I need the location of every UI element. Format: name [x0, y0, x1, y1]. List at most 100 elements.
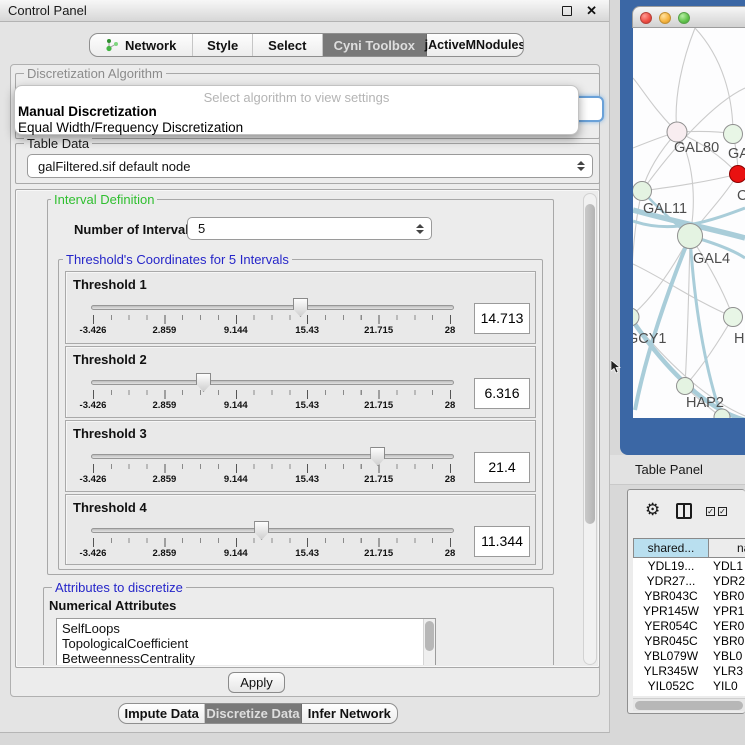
threshold-1-value-field[interactable]: 14.713	[474, 303, 530, 334]
zoom-traffic-light-icon[interactable]	[678, 12, 690, 24]
application-root: Control Panel ✕ Network Style Select	[0, 0, 745, 745]
threshold-3-slider[interactable]	[91, 454, 454, 459]
dropdown-option-equal-width-frequency[interactable]: Equal Width/Frequency Discretization	[18, 120, 243, 135]
settings-scroll-panel: Interval Definition Number of Intervals …	[15, 189, 600, 668]
numerical-attributes-list: SelfLoops TopologicalCoefficient Between…	[56, 618, 436, 665]
node-gal4[interactable]	[678, 224, 703, 249]
slider-tick-labels: -3.426 2.859 9.144 15.43 21.715 28	[93, 474, 450, 486]
table-header-row: shared... na	[633, 538, 745, 558]
node-label: GA	[728, 146, 745, 162]
close-traffic-light-icon[interactable]	[640, 12, 652, 24]
threshold-label: Threshold 2	[73, 352, 147, 367]
slider-ticks	[93, 390, 452, 399]
threshold-2-slider[interactable]	[91, 380, 454, 385]
table-row[interactable]: YIL052CYIL0	[633, 679, 745, 694]
group-label: Threshold's Coordinates for 5 Intervals	[63, 252, 292, 267]
dropdown-option-manual-discretization[interactable]: Manual Discretization	[18, 104, 157, 119]
apply-button[interactable]: Apply	[228, 672, 285, 693]
tab-label: Select	[268, 38, 306, 53]
slider-ticks	[93, 464, 452, 473]
close-icon[interactable]: ✕	[586, 0, 597, 21]
tab-network[interactable]: Network	[90, 34, 193, 56]
table-row[interactable]: YBR043CYBR0	[633, 589, 745, 604]
tab-impute-data[interactable]: Impute Data	[119, 704, 205, 723]
group-label: Table Data	[24, 136, 92, 151]
column-header-name[interactable]: na	[709, 538, 745, 558]
node-gal80[interactable]	[667, 122, 687, 142]
tab-select[interactable]: Select	[253, 34, 323, 56]
table-row[interactable]: YDR27...YDR2	[633, 574, 745, 589]
table-row[interactable]: YBR045CYBR0	[633, 634, 745, 649]
scrollbar-thumb[interactable]	[635, 701, 743, 710]
column-header-shared[interactable]: shared...	[633, 538, 709, 558]
dropdown-placeholder: Select algorithm to view settings	[15, 90, 578, 105]
threshold-label: Threshold 3	[73, 426, 147, 441]
tab-jactivemnodules[interactable]: jActiveMNodules	[427, 34, 523, 56]
tab-style[interactable]: Style	[193, 34, 253, 56]
list-item-selfloops[interactable]: SelfLoops	[62, 621, 120, 636]
number-of-intervals-combobox[interactable]: 5	[187, 217, 432, 240]
combobox-spinner-icon	[577, 161, 585, 171]
tab-label: Discretize Data	[206, 706, 299, 721]
cyni-toolbox-panel: Discretization Algorithm Select algorith…	[10, 64, 600, 697]
gear-icon[interactable]: ⚙	[645, 501, 660, 518]
vertical-scrollbar[interactable]	[583, 193, 597, 665]
checkbox-icon[interactable]: ✓	[706, 507, 715, 516]
list-scrollbar[interactable]	[423, 619, 435, 665]
node-ga[interactable]	[724, 125, 743, 144]
threshold-4-value-field[interactable]: 11.344	[474, 526, 530, 557]
threshold-1-panel: Threshold 1 -3.426 2.859 9.144 15.43	[65, 271, 536, 344]
combobox-value: 5	[198, 218, 205, 239]
node-gal11[interactable]	[633, 182, 652, 201]
list-item-betweennesscentrality[interactable]: BetweennessCentrality	[62, 651, 195, 665]
scrollbar-thumb[interactable]	[585, 204, 595, 524]
node-gcy1[interactable]	[633, 308, 639, 326]
node-selected-red[interactable]	[730, 166, 745, 183]
scroll-viewport: Interval Definition Number of Intervals …	[40, 194, 582, 665]
node-label: GAL11	[643, 201, 687, 217]
tab-discretize-data[interactable]: Discretize Data	[205, 704, 301, 723]
table-panel-title: Table Panel	[635, 462, 703, 477]
node-hap2[interactable]	[677, 378, 694, 395]
table-data-combobox[interactable]: galFiltered.sif default node	[27, 154, 593, 178]
checkbox-icon[interactable]: ✓	[718, 507, 727, 516]
slider-tick-labels: -3.426 2.859 9.144 15.43 21.715 28	[93, 548, 450, 560]
threshold-2-value-field[interactable]: 6.316	[474, 378, 530, 409]
minimize-traffic-light-icon[interactable]	[659, 12, 671, 24]
node-h[interactable]	[724, 308, 743, 327]
tab-cyni-toolbox[interactable]: Cyni Toolbox	[323, 34, 427, 56]
slider-ticks	[93, 538, 452, 547]
number-of-intervals-label: Number of Intervals	[74, 222, 196, 237]
table-row[interactable]: YLR345WYLR3	[633, 664, 745, 679]
control-panel-window: Control Panel ✕ Network Style Select	[0, 0, 610, 733]
network-canvas[interactable]: GAL80 GA C GAL11 GAL4 GCY1 H HAP2	[633, 28, 745, 418]
list-item-topologicalcoefficient[interactable]: TopologicalCoefficient	[62, 636, 188, 651]
threshold-4-slider[interactable]	[91, 528, 454, 533]
threshold-label: Threshold 4	[73, 500, 147, 515]
combobox-spinner-icon	[416, 224, 424, 234]
slider-tick-labels: -3.426 2.859 9.144 15.43 21.715 28	[93, 400, 450, 412]
tab-label: Cyni Toolbox	[334, 38, 415, 53]
split-columns-icon[interactable]	[676, 503, 692, 519]
scrollbar-thumb[interactable]	[425, 621, 434, 651]
float-window-icon[interactable]	[562, 6, 572, 16]
attributes-to-discretize-group: Attributes to discretize Numerical Attri…	[43, 587, 554, 665]
tab-label: Network	[125, 38, 176, 53]
table-body: YDL19...YDL1 YDR27...YDR2 YBR043CYBR0 YP…	[633, 558, 745, 696]
table-row[interactable]: YER054CYER0	[633, 619, 745, 634]
top-tab-bar: Network Style Select Cyni Toolbox jActiv…	[89, 33, 524, 57]
table-row[interactable]: YPR145WYPR1	[633, 604, 745, 619]
threshold-4-panel: Threshold 4 -3.426 2.859 9.144 15.43	[65, 494, 536, 565]
table-row[interactable]: YBL079WYBL0	[633, 649, 745, 664]
group-label: Attributes to discretize	[52, 580, 186, 595]
tab-infer-network[interactable]: Infer Network	[302, 704, 397, 723]
node-label: GAL4	[693, 251, 730, 267]
threshold-1-slider[interactable]	[91, 305, 454, 310]
tab-label: jActiveMNodules	[425, 38, 524, 52]
threshold-3-value-field[interactable]: 21.4	[474, 452, 530, 483]
horizontal-scrollbar[interactable]	[633, 698, 745, 711]
node-label: H	[734, 331, 744, 347]
table-row[interactable]: YDL19...YDL1	[633, 559, 745, 574]
tab-label: Impute Data	[124, 706, 198, 721]
network-window-titlebar	[632, 6, 745, 28]
